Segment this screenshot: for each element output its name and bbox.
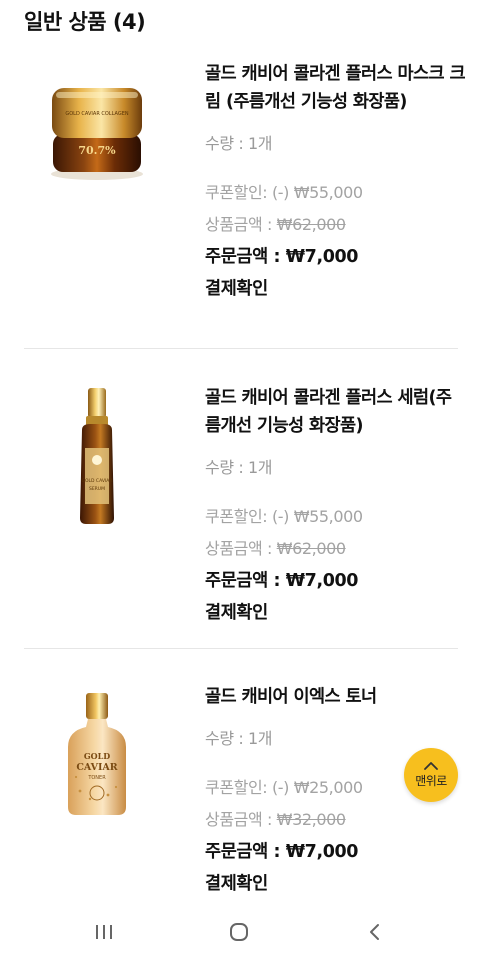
home-button[interactable] [224,919,254,945]
coupon-value: ₩25,000 [293,778,363,797]
coupon-value: ₩55,000 [293,507,363,526]
product-quantity: 수량 : 1개 [205,458,273,477]
product-price: 상품금액 : ₩62,000 [205,533,465,565]
home-icon [230,923,248,941]
toner-label-line2: CAVIAR [76,762,117,773]
product-image[interactable]: GOLD CAVIAR SERUM [38,386,156,526]
product-price: 상품금액 : ₩62,000 [205,209,465,241]
product-price: 상품금액 : ₩32,000 [205,804,465,836]
product-info: 골드 캐비어 콜라겐 플러스 세럼(주름개선 기능성 화장품) 수량 : 1개 … [205,384,465,629]
coupon-discount: 쿠폰할인: (-) ₩55,000 [205,177,465,209]
divider [24,648,458,649]
payment-confirm-link[interactable]: 결제확인 [205,273,465,305]
product-info: 골드 캐비어 콜라겐 플러스 마스크 크림 (주름개선 기능성 화장품) 수량 … [205,60,466,305]
order-total: 주문금액 : ₩7,000 [205,842,359,862]
product-image[interactable]: GOLD CAVIAR COLLAGEN 70.7% [38,82,156,182]
section-title: 일반 상품 (4) [24,10,146,34]
order-total: 주문금액 : ₩7,000 [205,571,359,591]
scroll-top-label: 맨위로 [415,774,447,788]
system-nav-bar [0,905,482,960]
product-name[interactable]: 골드 캐비어 콜라겐 플러스 마스크 크림 (주름개선 기능성 화장품) [205,60,466,116]
svg-text:GOLD CAVIAR: GOLD CAVIAR [82,478,113,484]
price-label: 상품금액 : [205,215,277,234]
toner-bottle-icon: GOLD CAVIAR TONER [68,693,126,815]
toner-label-line1: GOLD [84,751,110,761]
product-name[interactable]: 골드 캐비어 콜라겐 플러스 세럼(주름개선 기능성 화장품) [205,384,465,440]
svg-text:SERUM: SERUM [89,486,105,492]
scroll-top-button[interactable]: 맨위로 [404,748,458,802]
product-image[interactable]: GOLD CAVIAR TONER [38,691,156,819]
back-icon [370,924,379,940]
cream-jar-label: 70.7% [78,144,116,157]
recent-apps-icon [96,925,112,939]
price-value: ₩32,000 [276,810,346,829]
coupon-label: 쿠폰할인: (-) [205,507,294,526]
price-label: 상품금액 : [205,539,277,558]
price-value: ₩62,000 [276,539,346,558]
product-name[interactable]: 골드 캐비어 이엑스 토너 [205,683,465,711]
coupon-label: 쿠폰할인: (-) [205,778,294,797]
payment-confirm-link[interactable]: 결제확인 [205,597,465,629]
back-button[interactable] [360,919,390,945]
payment-confirm-link[interactable]: 결제확인 [205,868,465,900]
price-value: ₩62,000 [276,215,346,234]
divider [24,348,458,349]
coupon-value: ₩55,000 [293,183,363,202]
coupon-discount: 쿠폰할인: (-) ₩55,000 [205,501,465,533]
svg-text:GOLD CAVIAR COLLAGEN: GOLD CAVIAR COLLAGEN [65,111,128,117]
price-label: 상품금액 : [205,810,277,829]
serum-bottle-icon: GOLD CAVIAR SERUM [80,388,114,524]
cream-jar-icon: GOLD CAVIAR COLLAGEN 70.7% [51,88,143,180]
order-total: 주문금액 : ₩7,000 [205,247,359,267]
product-quantity: 수량 : 1개 [205,134,273,153]
coupon-label: 쿠폰할인: (-) [205,183,294,202]
recent-apps-button[interactable] [89,919,119,945]
toner-label-line3: TONER [87,775,106,781]
chevron-up-icon [424,762,438,770]
